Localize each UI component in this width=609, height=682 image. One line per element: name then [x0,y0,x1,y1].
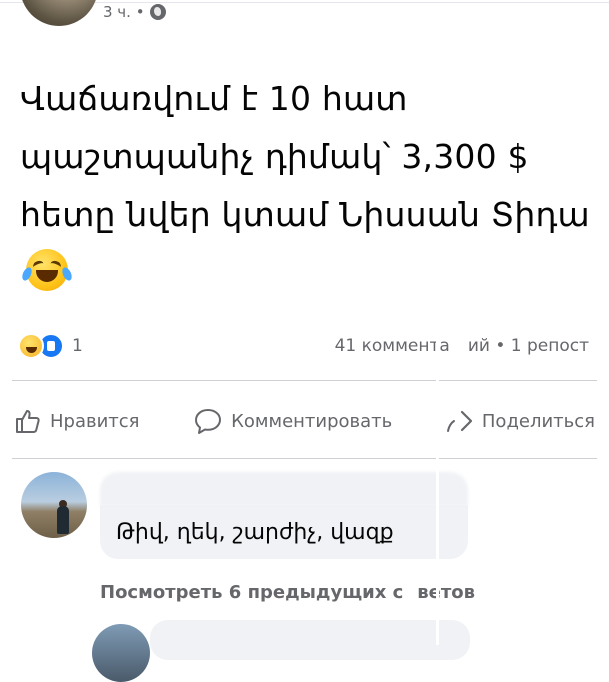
share-icon [446,410,472,432]
haha-reaction-icon [18,333,44,359]
next-commenter-avatar[interactable] [92,624,150,682]
view-more-text-2: ветов [417,582,476,603]
post-body: Վաճառվում է 10 հատ պաշտպանիչ դիմակ՝ 3,30… [20,70,590,302]
view-previous-comments-link[interactable]: Посмотреть 6 предыдущих с ветов [100,582,475,603]
post-time[interactable]: 3 ч. • [103,3,145,21]
share-label: Поделиться [481,410,595,432]
divider [12,458,597,459]
image-seam [436,305,439,645]
laughing-emoji-icon [20,249,74,291]
next-comment-bubble[interactable] [150,620,470,660]
comment-icon [195,409,222,434]
globe-icon [149,4,166,20]
divider [12,380,597,381]
like-button[interactable]: Нравится [14,407,140,435]
share-button[interactable]: Поделиться [446,407,595,435]
commenter-name-blurred [100,472,468,506]
reposts-count[interactable]: • 1 репост [495,336,589,356]
post-stats[interactable]: 41 коммента ий • 1 репост [335,336,589,356]
post-meta: 3 ч. • [103,3,166,21]
view-more-text-1: Посмотреть 6 предыдущих с [100,582,404,603]
comment-button[interactable]: Комментировать [193,407,392,435]
thumbs-up-icon [16,410,40,433]
comment-text: Թիվ, ղեկ, շարժիչ, վազք [116,520,394,545]
comment-label: Комментировать [231,410,393,432]
reaction-count: 1 [72,336,83,356]
like-label: Нравится [50,410,140,432]
post-text: Վաճառվում է 10 հատ պաշտպանիչ դիմակ՝ 3,30… [20,79,590,234]
action-bar: Нравится Комментировать Поделиться [0,400,609,442]
comments-count[interactable]: 41 коммента [335,336,450,356]
comments-count-rest[interactable]: ий [468,336,490,356]
commenter-avatar[interactable] [21,472,87,538]
reactions-summary[interactable]: 1 [18,333,83,359]
author-avatar[interactable] [20,0,98,26]
